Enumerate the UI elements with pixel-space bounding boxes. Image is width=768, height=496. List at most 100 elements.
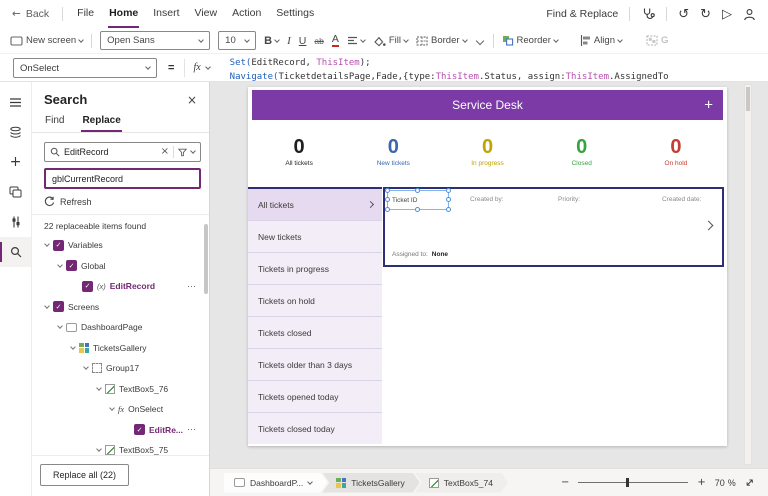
resize-handle[interactable]: [446, 188, 451, 193]
tab-find[interactable]: Find: [44, 112, 65, 132]
chevron-down-icon[interactable]: [96, 446, 102, 452]
selected-textbox[interactable]: Ticket ID: [387, 190, 449, 210]
fx-dropdown[interactable]: fx: [193, 62, 209, 73]
menu-item-all-tickets[interactable]: All tickets: [248, 189, 382, 221]
menu-item-tickets-opened-today[interactable]: Tickets opened today: [248, 381, 382, 413]
checkbox-checked[interactable]: ✓: [53, 240, 64, 251]
tree-row-ticketsgallery[interactable]: TicketsGallery: [32, 338, 209, 359]
menu-home[interactable]: Home: [108, 0, 139, 28]
media-icon[interactable]: [0, 177, 31, 207]
play-icon[interactable]: ▷: [722, 8, 732, 21]
chevron-down-icon[interactable]: [83, 364, 89, 370]
breadcrumb-item-ticketsgallery[interactable]: TicketsGallery: [322, 473, 420, 493]
refresh-button[interactable]: Refresh: [44, 196, 197, 207]
checkbox-checked[interactable]: ✓: [66, 260, 77, 271]
undo-icon[interactable]: ↺: [678, 8, 689, 21]
more-icon[interactable]: ⋯: [187, 424, 197, 435]
resize-handle[interactable]: [385, 188, 390, 193]
app-checker-icon[interactable]: [641, 7, 655, 21]
zoom-out-button[interactable]: −: [561, 478, 569, 488]
tree-row-variables[interactable]: ✓Variables: [32, 235, 209, 256]
data-sources-icon[interactable]: [0, 117, 31, 147]
menu-file[interactable]: File: [76, 0, 95, 28]
formula-editor[interactable]: Set(EditRecord, ThisItem); Navigate(Tick…: [230, 56, 768, 85]
menu-item-tickets-closed-today[interactable]: Tickets closed today: [248, 413, 382, 444]
tree-row-onselect[interactable]: fxOnSelect: [32, 399, 209, 420]
property-select[interactable]: OnSelect: [13, 58, 157, 78]
tree-row-dashboardpage[interactable]: DashboardPage: [32, 317, 209, 338]
more-icon[interactable]: ⋯: [187, 281, 197, 292]
tree-row-textbox5-75[interactable]: TextBox5_75: [32, 440, 209, 455]
redo-icon[interactable]: ↻: [700, 8, 711, 21]
chevron-down-icon[interactable]: [96, 385, 102, 391]
chevron-down-icon[interactable]: [190, 148, 196, 154]
new-screen-button[interactable]: New screen: [10, 35, 83, 46]
border-button[interactable]: Border: [416, 35, 467, 46]
clear-icon[interactable]: ×: [161, 147, 169, 157]
checkbox-checked[interactable]: ✓: [53, 301, 64, 312]
text-align-button[interactable]: [347, 36, 365, 45]
menu-item-tickets-older-than-3-days[interactable]: Tickets older than 3 days: [248, 349, 382, 381]
fit-to-window-icon[interactable]: ↔: [742, 475, 756, 489]
tree-row-screens[interactable]: ✓Screens: [32, 297, 209, 318]
resize-handle[interactable]: [415, 188, 420, 193]
menu-view[interactable]: View: [194, 0, 219, 28]
chevron-down-icon[interactable]: [57, 262, 63, 268]
close-icon[interactable]: ×: [187, 94, 197, 106]
font-size-select[interactable]: 10: [218, 31, 256, 50]
zoom-slider-thumb[interactable]: [626, 478, 629, 487]
tree-row-global[interactable]: ✓Global: [32, 256, 209, 277]
search-input[interactable]: EditRecord ×: [44, 142, 201, 162]
breadcrumb-item-dashboardp[interactable]: DashboardP...: [224, 473, 327, 493]
menu-item-tickets-in-progress[interactable]: Tickets in progress: [248, 253, 382, 285]
resize-handle[interactable]: [415, 207, 420, 212]
resize-handle[interactable]: [385, 207, 390, 212]
checkbox-checked[interactable]: ✓: [134, 424, 145, 435]
search-panel-icon[interactable]: [0, 237, 31, 267]
tree-row-editrecord[interactable]: ✓(x)EditRecord⋯: [32, 276, 209, 297]
fill-button[interactable]: Fill: [373, 35, 408, 47]
add-ticket-icon[interactable]: +: [704, 97, 713, 114]
breadcrumb-item-textbox5-74[interactable]: TextBox5_74: [415, 473, 508, 493]
font-family-select[interactable]: Open Sans: [100, 31, 210, 50]
italic-button[interactable]: I: [287, 35, 291, 47]
back-button[interactable]: ← Back: [12, 8, 49, 20]
more-formatting-chevron-icon[interactable]: [475, 36, 483, 44]
replace-input[interactable]: gblCurrentRecord: [44, 168, 201, 189]
replace-all-button[interactable]: Replace all (22): [40, 464, 129, 486]
bold-button[interactable]: B: [264, 35, 279, 47]
account-icon[interactable]: [743, 8, 756, 21]
tree-row-textbox5-76[interactable]: TextBox5_76: [32, 379, 209, 400]
menu-settings[interactable]: Settings: [275, 0, 315, 28]
tree-view-icon[interactable]: [0, 87, 31, 117]
canvas-scrollbar[interactable]: [744, 84, 752, 465]
tree-row-editre[interactable]: ✓EditRe...⋯: [32, 420, 209, 441]
gallery-next-chevron-icon[interactable]: [704, 221, 714, 231]
strikethrough-button[interactable]: ab: [314, 36, 323, 46]
tab-replace[interactable]: Replace: [81, 112, 121, 132]
panel-scrollbar[interactable]: [204, 224, 208, 294]
menu-action[interactable]: Action: [231, 0, 262, 28]
tree-row-group17[interactable]: Group17: [32, 358, 209, 379]
insert-icon[interactable]: +: [0, 147, 31, 177]
resize-handle[interactable]: [446, 207, 451, 212]
filter-icon[interactable]: [178, 148, 187, 157]
zoom-slider[interactable]: [578, 477, 688, 488]
resize-handle[interactable]: [446, 197, 451, 202]
scrollbar-thumb[interactable]: [746, 87, 750, 111]
menu-item-tickets-closed[interactable]: Tickets closed: [248, 317, 382, 349]
menu-insert[interactable]: Insert: [152, 0, 180, 28]
resize-handle[interactable]: [385, 197, 390, 202]
zoom-in-button[interactable]: +: [697, 478, 705, 488]
app-page[interactable]: Service Desk + 0All tickets0New tickets0…: [248, 87, 727, 446]
checkbox-checked[interactable]: ✓: [82, 281, 93, 292]
advanced-tools-icon[interactable]: [0, 207, 31, 237]
chevron-down-icon[interactable]: [44, 303, 50, 309]
menu-item-tickets-on-hold[interactable]: Tickets on hold: [248, 285, 382, 317]
font-color-button[interactable]: A: [332, 34, 339, 47]
chevron-down-icon[interactable]: [109, 405, 115, 411]
underline-button[interactable]: U: [299, 35, 307, 47]
chevron-down-icon[interactable]: [44, 241, 50, 247]
menu-item-new-tickets[interactable]: New tickets: [248, 221, 382, 253]
app-header[interactable]: Service Desk +: [252, 90, 723, 120]
